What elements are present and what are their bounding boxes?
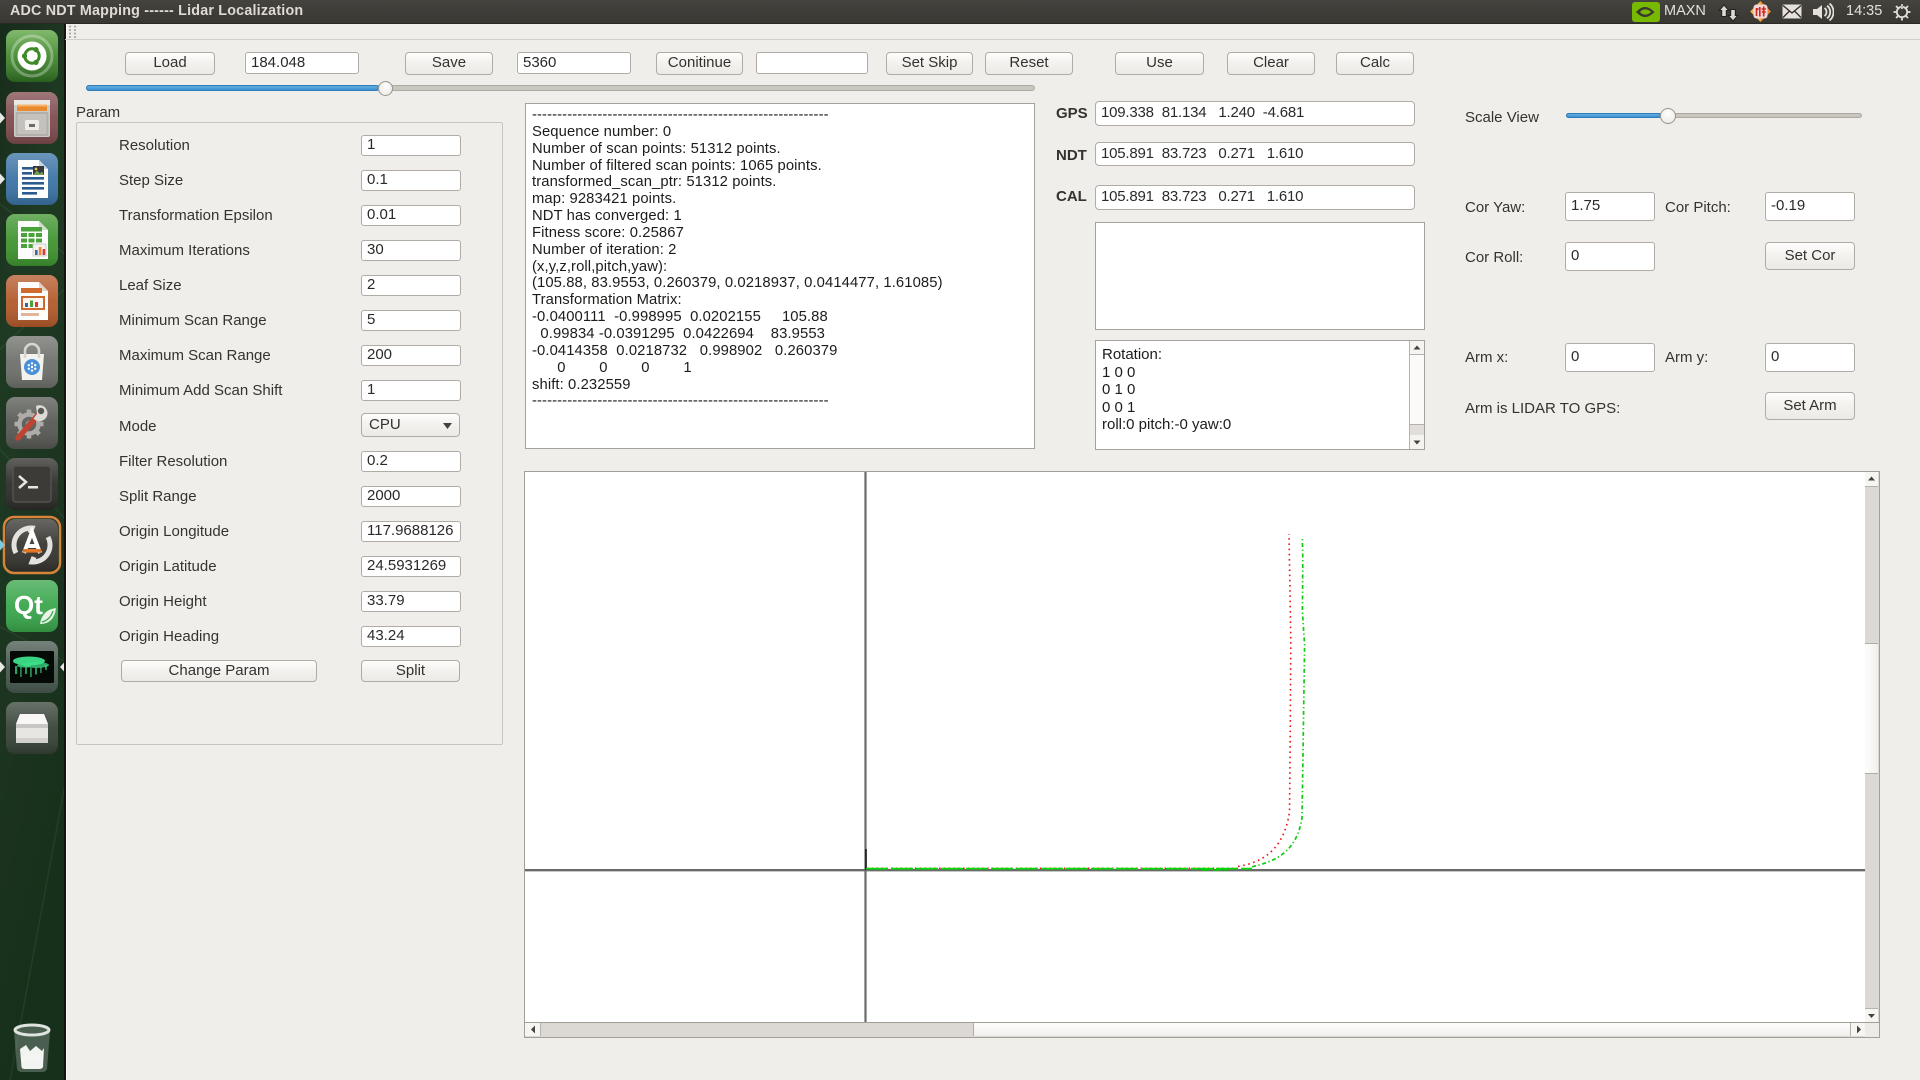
svg-text:Qt: Qt — [14, 590, 43, 620]
